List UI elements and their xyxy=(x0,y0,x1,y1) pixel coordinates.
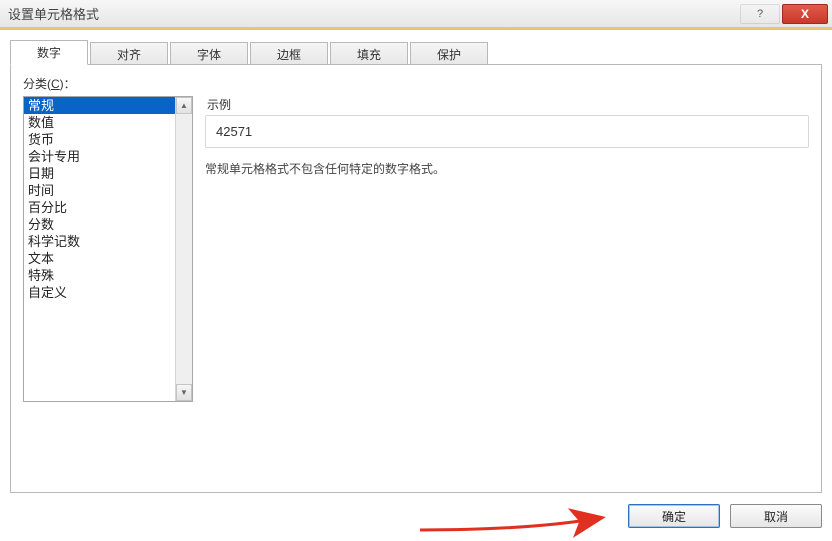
right-panel: 示例 42571 常规单元格格式不包含任何特定的数字格式。 xyxy=(205,96,809,485)
list-item[interactable]: 科学记数 xyxy=(24,233,175,250)
sample-value: 42571 xyxy=(216,124,252,139)
tab-panel-number: 分类(C)： 常规 数值 货币 会计专用 日期 时间 百分比 分数 科学记数 文… xyxy=(10,64,822,493)
sample-label: 示例 xyxy=(205,96,809,115)
list-item[interactable]: 会计专用 xyxy=(24,148,175,165)
scrollbar[interactable]: ▲ ▼ xyxy=(175,97,192,401)
chevron-down-icon: ▼ xyxy=(180,388,188,397)
list-item[interactable]: 常规 xyxy=(24,97,175,114)
chevron-up-icon: ▲ xyxy=(180,101,188,110)
tab-font[interactable]: 字体 xyxy=(170,42,248,66)
tab-label: 数字 xyxy=(37,44,61,61)
titlebar: 设置单元格格式 ? X xyxy=(0,0,832,28)
list-item[interactable]: 特殊 xyxy=(24,267,175,284)
dialog-buttons: 确定 取消 xyxy=(628,501,822,531)
tab-border[interactable]: 边框 xyxy=(250,42,328,66)
tab-label: 保护 xyxy=(437,46,461,63)
list-item[interactable]: 文本 xyxy=(24,250,175,267)
help-icon: ? xyxy=(757,8,763,20)
list-item[interactable]: 日期 xyxy=(24,165,175,182)
close-icon: X xyxy=(801,7,809,21)
category-label: 分类(C)： xyxy=(23,75,809,92)
sample-box: 42571 xyxy=(205,115,809,148)
list-item[interactable]: 自定义 xyxy=(24,284,175,301)
tab-label: 填充 xyxy=(357,46,381,63)
category-listbox[interactable]: 常规 数值 货币 会计专用 日期 时间 百分比 分数 科学记数 文本 特殊 自定… xyxy=(23,96,193,402)
tab-label: 对齐 xyxy=(117,46,141,63)
window-title: 设置单元格格式 xyxy=(8,4,738,23)
tab-row: 数字 对齐 字体 边框 填充 保护 xyxy=(10,40,822,64)
ok-button[interactable]: 确定 xyxy=(628,504,720,528)
tab-label: 字体 xyxy=(197,46,221,63)
tab-number[interactable]: 数字 xyxy=(10,40,88,65)
close-button[interactable]: X xyxy=(782,4,828,24)
list-item[interactable]: 时间 xyxy=(24,182,175,199)
scroll-down-button[interactable]: ▼ xyxy=(176,384,192,401)
help-button[interactable]: ? xyxy=(740,4,780,24)
cancel-button[interactable]: 取消 xyxy=(730,504,822,528)
dialog-body: 数字 对齐 字体 边框 填充 保护 分类(C)： 常规 数值 货币 会计专用 日… xyxy=(0,30,832,541)
list-item[interactable]: 数值 xyxy=(24,114,175,131)
list-item[interactable]: 百分比 xyxy=(24,199,175,216)
list-item[interactable]: 货币 xyxy=(24,131,175,148)
tab-label: 边框 xyxy=(277,46,301,63)
format-description: 常规单元格格式不包含任何特定的数字格式。 xyxy=(205,158,809,179)
tab-alignment[interactable]: 对齐 xyxy=(90,42,168,66)
list-item[interactable]: 分数 xyxy=(24,216,175,233)
scroll-up-button[interactable]: ▲ xyxy=(176,97,192,114)
tab-fill[interactable]: 填充 xyxy=(330,42,408,66)
scroll-track[interactable] xyxy=(176,114,192,384)
tab-protection[interactable]: 保护 xyxy=(410,42,488,66)
